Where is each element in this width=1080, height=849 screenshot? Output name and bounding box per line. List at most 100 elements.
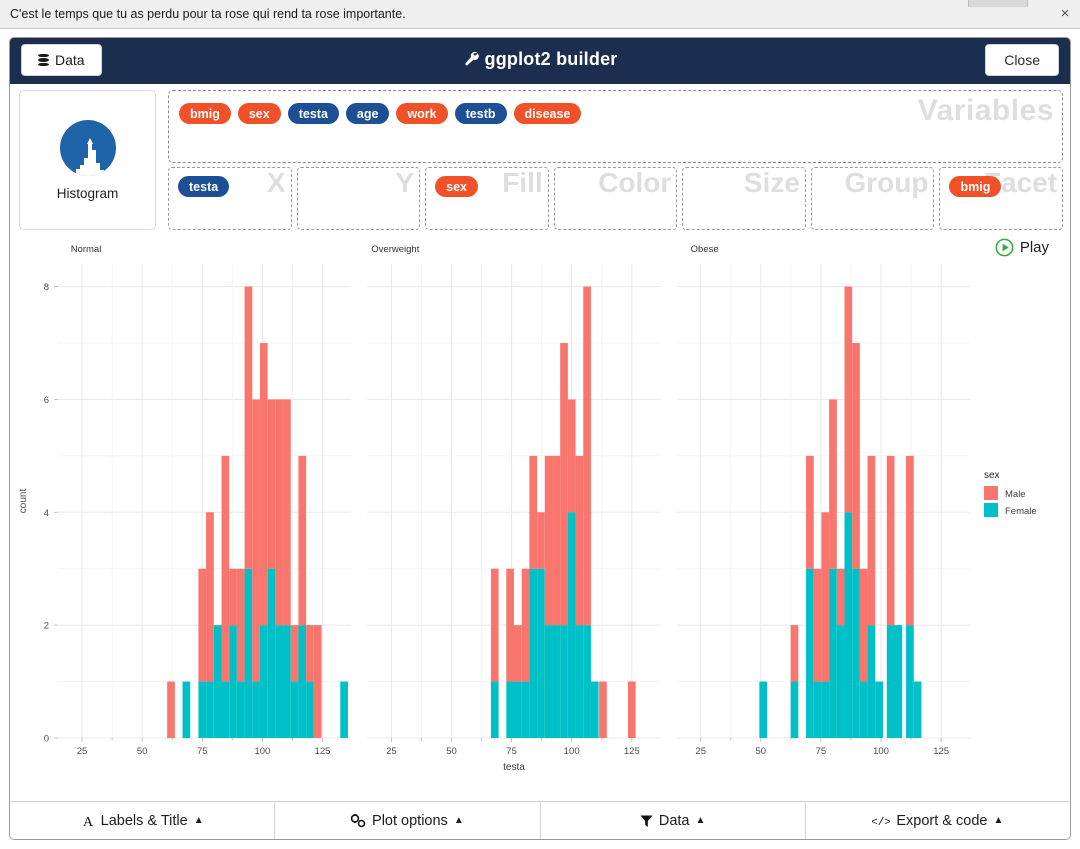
- svg-text:A: A: [83, 815, 94, 828]
- toolbar-labels-title-button[interactable]: A Labels & Title ▲: [10, 802, 276, 839]
- histogram-bar-female: [836, 625, 845, 738]
- dropzone-y[interactable]: Y: [296, 167, 421, 230]
- histogram-bar-male: [806, 455, 814, 569]
- toolbar-export-code-button[interactable]: </> Export & code ▲: [806, 802, 1070, 839]
- x-axis-title: testa: [503, 762, 525, 773]
- histogram-chart: count 0 2 4 6 8 Normal 25 50 75 100 125 Overweight 25…: [18, 244, 1037, 773]
- x-tick-label: 25: [695, 746, 706, 757]
- geom-histogram-card[interactable]: Histogram: [19, 90, 156, 230]
- legend-label: Female: [1005, 506, 1037, 517]
- histogram-bar-male: [529, 455, 538, 569]
- tab-stub: [968, 0, 1028, 7]
- dropzone-x[interactable]: Xtesta: [168, 167, 292, 230]
- x-tick-label: 125: [315, 746, 331, 757]
- variables-dropzone[interactable]: Variables bmig sex testa age work testb diseas…: [168, 90, 1063, 163]
- dropzone-ghost-label: Color: [598, 167, 672, 198]
- toolbar-plot-options-button[interactable]: Plot options ▲: [275, 802, 541, 839]
- toolbar-label: Plot options: [372, 812, 448, 829]
- histogram-bar-male: [790, 625, 799, 682]
- x-tick-label: 100: [873, 746, 889, 757]
- facet-panel-obese: Obese 25 50 75 100 125: [676, 244, 970, 757]
- chevron-up-icon: ▲: [453, 815, 464, 826]
- histogram-bar-female: [567, 512, 576, 738]
- histogram-bar-female: [298, 625, 307, 738]
- histogram-bar-male: [506, 568, 514, 682]
- histogram-bar-female: [859, 681, 868, 738]
- histogram-bar-male: [167, 681, 175, 738]
- dropzone-group[interactable]: Group: [810, 167, 935, 230]
- dropzone-size[interactable]: Size: [682, 167, 806, 230]
- facet-panel-overweight: Overweight 25 50 75 100 125: [367, 244, 661, 757]
- variable-chip-sex[interactable]: sex: [237, 103, 281, 124]
- histogram-bar-male: [490, 568, 499, 682]
- x-tick-label: 75: [197, 746, 208, 757]
- svg-text:</>: </>: [872, 817, 890, 828]
- dropzone-color[interactable]: Color: [553, 167, 678, 230]
- dialog-header: Data ggplot2 builder Close: [10, 38, 1070, 84]
- variable-chip-work[interactable]: work: [396, 103, 448, 124]
- histogram-bar-male: [244, 286, 253, 569]
- histogram-bar-male: [306, 625, 314, 682]
- histogram-bar-female: [806, 568, 814, 738]
- dialog-title-text: ggplot2 builder: [484, 49, 618, 69]
- toolbar-data-button[interactable]: Data ▲: [541, 802, 806, 839]
- histogram-bar-female: [275, 625, 284, 738]
- histogram-bar-female: [583, 625, 591, 738]
- histogram-bar-male: [514, 625, 522, 682]
- histogram-bar-male: [836, 568, 845, 626]
- histogram-bar-female: [575, 625, 584, 738]
- histogram-bar-male: [259, 343, 268, 626]
- toolbar-label: Export & code: [896, 812, 988, 829]
- histogram-bar-male: [544, 455, 553, 626]
- variable-chip-age[interactable]: age: [345, 103, 390, 124]
- histogram-bar-female: [906, 625, 914, 738]
- histogram-bar-male: [583, 286, 591, 626]
- histogram-bar-male: [298, 455, 307, 626]
- dropzone-fill[interactable]: Fill sex: [425, 167, 549, 230]
- histogram-bar-female: [290, 681, 299, 738]
- histogram-bar-male: [821, 512, 830, 682]
- x-tick-label: 50: [756, 746, 767, 757]
- variable-chip-list: bmig sex testa age work testb disease: [179, 103, 582, 124]
- histogram-bar-female: [236, 681, 245, 738]
- histogram-bar-female: [229, 625, 237, 738]
- legend-swatch: [984, 503, 998, 517]
- histogram-bar-male: [236, 568, 245, 682]
- legend-swatch: [984, 486, 998, 500]
- histogram-bar-male: [206, 512, 214, 682]
- y-tick-label: 6: [44, 395, 49, 406]
- histogram-bar-female: [913, 681, 922, 738]
- histogram-bar-male: [252, 399, 260, 682]
- assigned-chip-sex[interactable]: sex: [435, 176, 479, 197]
- x-tick-label: 75: [506, 746, 517, 757]
- variable-chip-testa[interactable]: testa: [287, 103, 339, 124]
- x-tick-label: 50: [446, 746, 457, 757]
- dropzone-facet[interactable]: Facet bmig: [939, 167, 1064, 230]
- histogram-bar-female: [213, 625, 222, 738]
- dropzone-ghost-label: X: [266, 167, 286, 198]
- close-button[interactable]: Close: [985, 44, 1059, 76]
- assigned-chip-bmig[interactable]: bmig: [949, 176, 1002, 197]
- histogram-bar-male: [859, 568, 868, 682]
- histogram-bar-female: [182, 681, 191, 738]
- histogram-bar-male: [267, 399, 276, 569]
- histogram-bar-female: [590, 681, 599, 738]
- histogram-bar-female: [490, 681, 499, 738]
- histogram-bar-female: [844, 512, 853, 738]
- variable-chip-testb[interactable]: testb: [454, 103, 507, 124]
- variable-chip-disease[interactable]: disease: [513, 103, 582, 124]
- histogram-bar-female: [867, 625, 876, 738]
- facet-label: Overweight: [371, 244, 419, 255]
- histogram-bar-female: [829, 568, 837, 738]
- variable-chip-bmig[interactable]: bmig: [179, 103, 231, 124]
- histogram-bar-male: [229, 568, 237, 626]
- font-icon: A: [81, 814, 95, 828]
- histogram-bar-male: [221, 455, 230, 682]
- close-icon[interactable]: ×: [1056, 5, 1074, 23]
- play-button[interactable]: Play: [995, 238, 1049, 257]
- y-tick-label: 2: [44, 621, 49, 632]
- legend-label: Male: [1005, 489, 1026, 500]
- dropzone-ghost-label: Y: [395, 167, 415, 198]
- assigned-chip-testa[interactable]: testa: [178, 176, 230, 197]
- notification-message: C'est le temps que tu as perdu pour ta r…: [10, 7, 406, 21]
